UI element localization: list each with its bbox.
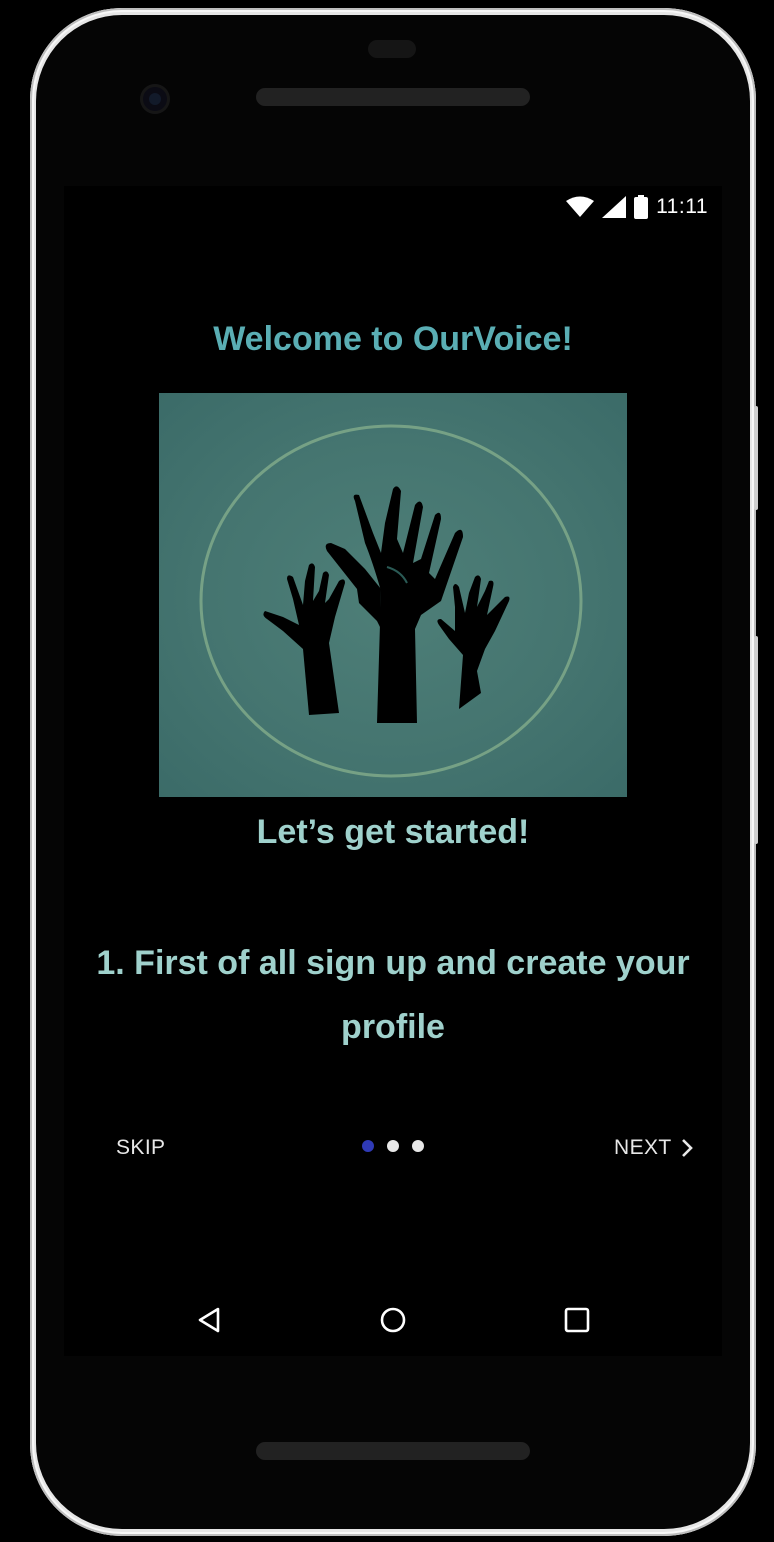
page-dot — [412, 1140, 424, 1152]
screen: 11:11 Welcome to OurVoice! Let’s get sta… — [64, 186, 722, 1356]
next-button[interactable]: NEXT — [614, 1136, 694, 1160]
status-icons: 11:11 — [566, 195, 708, 219]
navigation-bar — [64, 1276, 722, 1356]
next-label: NEXT — [614, 1136, 672, 1159]
status-bar: 11:11 — [64, 186, 722, 230]
chevron-right-icon — [681, 1139, 693, 1157]
home-icon[interactable] — [379, 1306, 407, 1334]
subtitle: Let’s get started! — [256, 813, 530, 851]
back-icon[interactable] — [196, 1306, 222, 1334]
front-camera — [140, 84, 170, 114]
step-description: 1. First of all sign up and create your … — [96, 944, 690, 1046]
volume-button — [754, 636, 758, 844]
recents-icon[interactable] — [564, 1307, 590, 1333]
signal-icon — [602, 196, 627, 218]
status-time: 11:11 — [656, 195, 708, 218]
page-dot-active — [362, 1140, 374, 1152]
bottom-speaker — [256, 1442, 530, 1460]
raised-hands-illustration — [199, 424, 583, 778]
hero-image — [159, 393, 627, 797]
welcome-title: Welcome to OurVoice! — [213, 320, 573, 358]
wifi-icon — [566, 196, 595, 217]
page-dot — [387, 1140, 399, 1152]
page-indicator — [362, 1140, 424, 1152]
power-button — [754, 406, 758, 510]
battery-icon — [634, 195, 649, 219]
earpiece — [368, 40, 416, 58]
top-speaker — [256, 88, 530, 106]
skip-button[interactable]: SKIP — [116, 1136, 165, 1160]
